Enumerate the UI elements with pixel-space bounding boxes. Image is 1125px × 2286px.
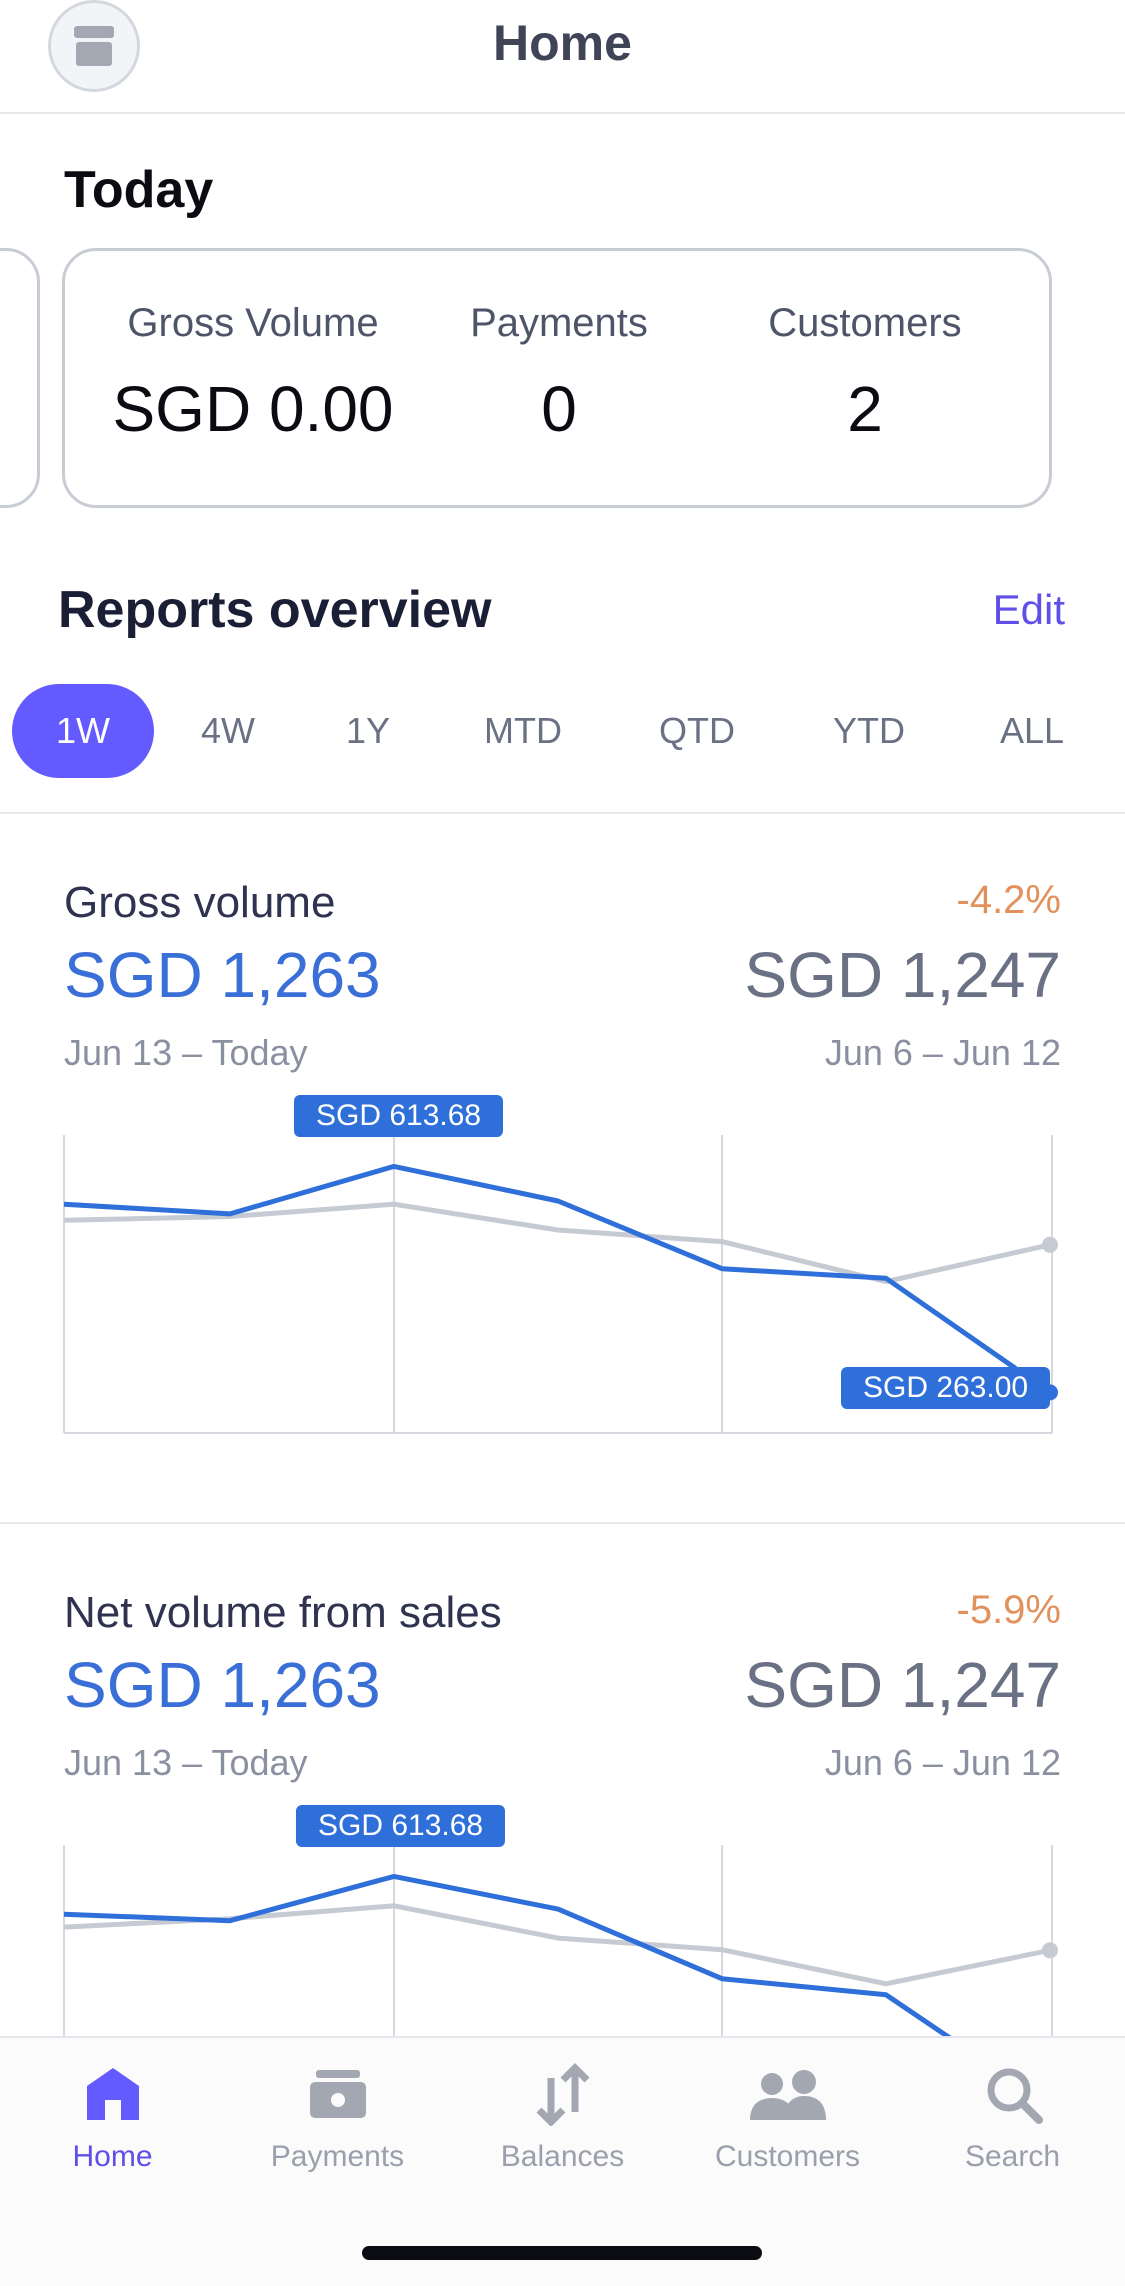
tab-home[interactable]: Home: [0, 2062, 225, 2174]
home-icon: [86, 2068, 139, 2120]
metric-label: Payments: [470, 301, 648, 345]
report-gross-volume[interactable]: Gross volume -4.2% SGD 1,263 SGD 1,247 J…: [0, 878, 1125, 1478]
previous-summary-card[interactable]: [0, 248, 40, 508]
metric-value: SGD 0.00: [112, 373, 394, 445]
metric-customers: Customers 2: [715, 301, 1015, 446]
current-period-line: [63, 1873, 952, 2036]
edit-reports-button[interactable]: Edit: [993, 586, 1065, 634]
home-indicator: [362, 2246, 762, 2260]
tab-label: Home: [72, 2140, 153, 2173]
metric-label: Customers: [768, 301, 962, 345]
transfer-arrows-icon: [536, 2063, 589, 2126]
report-net-volume[interactable]: Net volume from sales -5.9% SGD 1,263 SG…: [0, 1588, 1125, 2036]
metric-payments: Payments 0: [409, 301, 709, 446]
tab-balances[interactable]: Balances: [450, 2062, 675, 2174]
metric-value: 0: [541, 373, 577, 445]
tab-customers[interactable]: Customers: [675, 2062, 900, 2174]
metric-gross-volume: Gross Volume SGD 0.00: [103, 301, 403, 446]
divider: [0, 1522, 1125, 1524]
range-tab-1w[interactable]: 1W: [12, 684, 154, 778]
range-tab-4w[interactable]: 4W: [178, 684, 278, 778]
tab-label: Customers: [714, 2140, 861, 2173]
range-tab-all[interactable]: ALL: [982, 684, 1082, 778]
reports-overview-heading: Reports overview: [58, 581, 492, 639]
today-summary-card[interactable]: Gross Volume SGD 0.00 Payments 0 Custome…: [62, 248, 1052, 508]
end-value-tooltip: SGD 263.00: [841, 1367, 1051, 1409]
range-tab-ytd[interactable]: YTD: [814, 684, 924, 778]
search-icon: [987, 2068, 1043, 2124]
wallet-icon: [309, 2070, 366, 2118]
tab-search[interactable]: Search: [900, 2062, 1125, 2174]
tab-label: Search: [964, 2140, 1061, 2173]
range-tab-mtd[interactable]: MTD: [468, 684, 578, 778]
peak-value-tooltip: SGD 613.68: [294, 1095, 504, 1137]
tab-label: Payments: [270, 2140, 405, 2173]
tab-label: Balances: [500, 2140, 625, 2173]
range-selector: 1W 4W 1Y MTD QTD YTD ALL: [0, 684, 1125, 780]
previous-period-endpoint: [1042, 1942, 1058, 1959]
people-icon: [749, 2070, 826, 2120]
previous-period-line: [63, 1201, 1051, 1285]
metric-label: Gross Volume: [127, 301, 379, 345]
range-tab-qtd[interactable]: QTD: [642, 684, 752, 778]
metric-value: 2: [847, 373, 883, 445]
peak-value-tooltip: SGD 613.68: [296, 1805, 506, 1847]
divider: [0, 812, 1125, 814]
net-volume-chart: [63, 1845, 1058, 2036]
top-nav-bar: Home: [0, 0, 1125, 114]
range-tab-1y[interactable]: 1Y: [318, 684, 418, 778]
previous-period-endpoint: [1042, 1236, 1058, 1253]
tab-payments[interactable]: Payments: [225, 2062, 450, 2174]
page-title: Home: [493, 15, 632, 71]
today-heading: Today: [64, 161, 214, 219]
